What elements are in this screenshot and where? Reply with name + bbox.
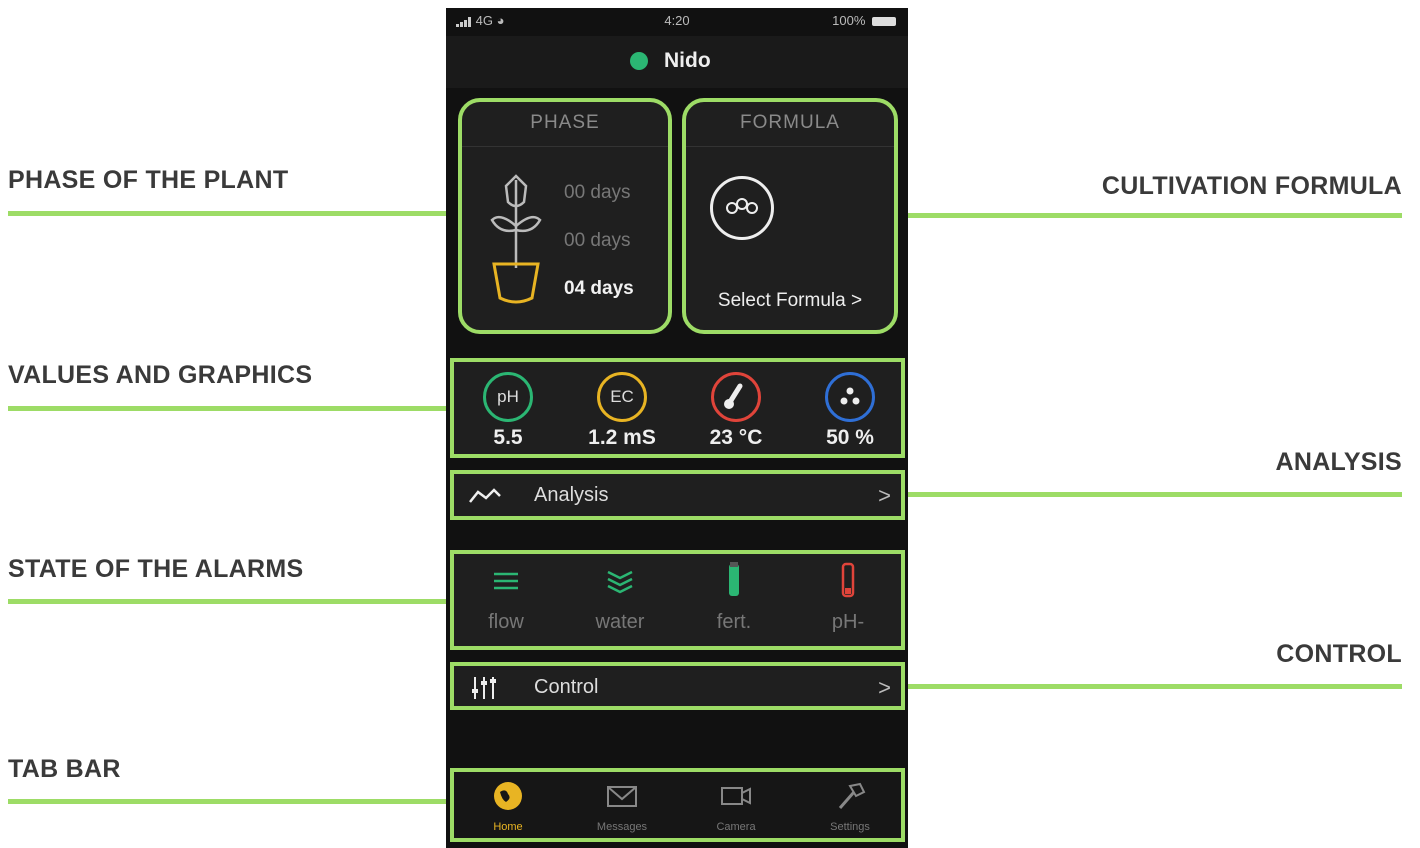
tab-bar: Home Messages Camera Settings: [450, 768, 905, 842]
tab-camera-label: Camera: [716, 821, 756, 833]
camera-icon: [721, 787, 751, 805]
tab-messages-label: Messages: [596, 821, 648, 833]
alarm-label: water: [595, 611, 645, 633]
control-label: Control: [534, 676, 599, 698]
temperature-gauge[interactable]: 23 °C: [686, 372, 786, 450]
analysis-chart-icon: [469, 488, 501, 503]
plant-pot-icon: [490, 174, 542, 304]
callout-line-formula: [896, 213, 1402, 218]
envelope-icon: [607, 786, 637, 807]
drops-icon: [825, 372, 875, 422]
ec-value: 1.2 mS: [588, 426, 656, 449]
battery-icon: [872, 17, 896, 27]
alarm-label: flow: [488, 611, 524, 633]
callout-values: VALUES AND GRAPHICS: [8, 361, 313, 389]
ph-value: 5.5: [493, 426, 523, 449]
humidity-gauge[interactable]: 50 %: [800, 372, 900, 450]
ph-bottle-icon: [841, 562, 855, 598]
ph-gauge[interactable]: pH 5.5: [458, 372, 558, 450]
device-name: Nido: [664, 49, 711, 72]
formula-card[interactable]: FORMULA Select Formula >: [682, 98, 898, 334]
tab-settings-label: Settings: [830, 821, 870, 833]
battery-indicator: 100%: [832, 13, 896, 28]
phase-title: PHASE: [530, 112, 600, 133]
callout-control: CONTROL: [1276, 640, 1402, 668]
select-formula-link[interactable]: Select Formula >: [686, 290, 894, 312]
formula-circle: [710, 176, 774, 240]
tab-messages[interactable]: Messages: [572, 778, 672, 833]
callout-tabbar: TAB BAR: [8, 755, 121, 783]
values-panel[interactable]: pH 5.5 EC 1.2 mS 23 °C 50 %: [450, 358, 905, 458]
ec-gauge[interactable]: EC 1.2 mS: [572, 372, 672, 450]
status-bar: 4G ◕ 4:20 100%: [446, 8, 908, 36]
divider: [686, 146, 894, 147]
formula-molecule-icon: [726, 198, 758, 214]
tab-camera[interactable]: Camera: [686, 778, 786, 833]
phase-days-2: 00 days: [564, 230, 631, 251]
ec-symbol: EC: [610, 387, 634, 406]
alarm-ph-minus[interactable]: pH-: [798, 560, 898, 634]
callout-formula: CULTIVATION FORMULA: [1101, 172, 1402, 200]
callout-line-tabbar: [8, 799, 452, 804]
sliders-icon: [472, 677, 496, 699]
callout-phase: PHASE OF THE PLANT: [8, 166, 289, 194]
alarm-label: fert.: [716, 611, 752, 633]
alarm-flow[interactable]: flow: [456, 560, 556, 634]
water-level-icon: [607, 570, 633, 594]
fertilizer-bottle-icon: [729, 562, 739, 596]
thermometer-icon: [711, 372, 761, 422]
tab-home[interactable]: Home: [458, 778, 558, 833]
device-status-dot: [630, 52, 648, 70]
callout-analysis: ANALYSIS: [1275, 448, 1402, 476]
chevron-right-icon: >: [878, 483, 891, 508]
tab-home-label: Home: [493, 821, 523, 833]
battery-label: 100%: [832, 13, 866, 28]
humidity-value: 50 %: [826, 426, 874, 449]
home-globe-icon: [494, 782, 522, 810]
callout-line-control: [904, 684, 1402, 689]
device-header[interactable]: Nido: [446, 36, 908, 88]
formula-title: FORMULA: [740, 112, 840, 133]
callout-alarms: STATE OF THE ALARMS: [8, 555, 304, 583]
ph-symbol: pH: [497, 387, 519, 406]
divider: [462, 146, 668, 147]
temperature-value: 23 °C: [709, 426, 763, 449]
callout-line-values: [8, 406, 452, 411]
ec-icon: EC: [597, 372, 647, 422]
chevron-right-icon: >: [878, 675, 891, 700]
alarms-panel[interactable]: flow water fert. pH-: [450, 550, 905, 650]
callout-line-analysis: [904, 492, 1402, 497]
control-row[interactable]: Control >: [450, 662, 905, 710]
hammer-icon: [838, 782, 866, 809]
alarm-label: pH-: [831, 611, 865, 633]
phase-card[interactable]: PHASE 00 days 00 days 04 days: [458, 98, 672, 334]
callout-line-alarms: [8, 599, 452, 604]
analysis-label: Analysis: [534, 484, 609, 506]
phase-days-1: 00 days: [564, 182, 631, 203]
alarm-fertilizer[interactable]: fert.: [684, 560, 784, 634]
tab-settings[interactable]: Settings: [800, 778, 900, 833]
ph-icon: pH: [483, 372, 533, 422]
analysis-row[interactable]: Analysis >: [450, 470, 905, 520]
alarm-water[interactable]: water: [570, 560, 670, 634]
flow-icon: [494, 572, 518, 590]
phone-screen: 4G ◕ 4:20 100% Nido PHASE 00 days 00 day…: [446, 8, 908, 848]
callout-line-phase: [8, 211, 460, 216]
phase-days-3: 04 days: [564, 278, 634, 299]
